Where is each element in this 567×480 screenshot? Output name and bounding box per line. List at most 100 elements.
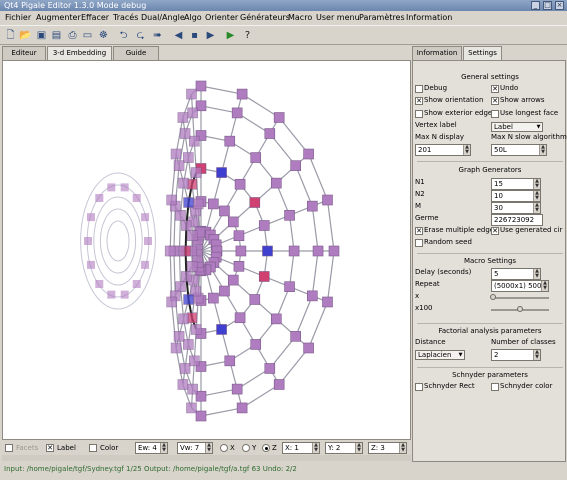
spin-arrows-icon[interactable]: ▲ ▼ <box>533 350 540 360</box>
minimize-icon[interactable]: _ <box>531 1 540 10</box>
menu-dual-angle[interactable]: Dual/Angle <box>141 13 185 23</box>
erase-multiple-edges-checkbox[interactable]: ✕ <box>415 227 423 235</box>
x-slider-track[interactable] <box>491 297 549 299</box>
tab-3d-embedding[interactable]: 3-d Embedding <box>47 46 112 61</box>
next-icon[interactable]: ▶ <box>204 29 217 42</box>
menu-traces[interactable]: Tracés <box>113 13 138 23</box>
color-checkbox[interactable] <box>89 444 97 452</box>
redo-all-icon[interactable]: ➠ <box>151 29 164 42</box>
vertex-width-spinbox[interactable]: Vw: 7 ▲ ▼ <box>177 442 213 454</box>
save-icon[interactable]: ▣ <box>35 29 48 42</box>
number-of-classes-spinbox[interactable]: 2 ▲ ▼ <box>491 349 541 361</box>
show-arrows-checkbox[interactable]: ✕ <box>491 97 499 105</box>
distance-select[interactable]: Laplacien ▼ <box>415 350 465 360</box>
y-axis-spinbox[interactable]: Y: 2 ▲ ▼ <box>325 442 363 454</box>
show-orientation-checkbox[interactable]: ✕ <box>415 97 423 105</box>
save-graph-icon[interactable]: ▪ <box>188 29 201 42</box>
x100-slider-thumb[interactable] <box>517 306 523 312</box>
vertex-label-select[interactable]: Label ▼ <box>491 122 543 132</box>
menu-effacer[interactable]: Effacer <box>81 13 109 23</box>
menu-information[interactable]: Information <box>406 13 452 23</box>
tab-information[interactable]: Information <box>412 46 462 60</box>
radio-y[interactable] <box>242 444 250 452</box>
spin-arrows-icon[interactable]: ▲ ▼ <box>399 443 406 453</box>
undo-checkbox[interactable]: ✕ <box>491 85 499 93</box>
radio-x[interactable] <box>220 444 228 452</box>
menu-algo[interactable]: Algo <box>184 13 202 23</box>
open-folder-icon[interactable]: 📂 <box>19 29 32 42</box>
save-as-icon[interactable]: ▤ <box>50 29 63 42</box>
maximize-icon[interactable]: □ <box>543 1 552 10</box>
spin-arrows-icon[interactable]: ▲ ▼ <box>533 203 540 213</box>
new-file-icon[interactable]: 🗋 <box>4 29 17 42</box>
tab-guide[interactable]: Guide <box>113 46 159 60</box>
menu-parametres[interactable]: Paramètres <box>359 13 405 23</box>
embedding-canvas[interactable] <box>2 60 411 440</box>
n1-spinbox[interactable]: 15 ▲ ▼ <box>491 178 541 190</box>
menu-macro[interactable]: Macro <box>288 13 312 23</box>
menu-augmenter[interactable]: Augmenter <box>36 13 81 23</box>
menu-orienter[interactable]: Orienter <box>205 13 238 23</box>
tab-editeur[interactable]: Editeur <box>2 46 46 60</box>
show-orientation-label: Show orientation <box>424 96 484 104</box>
graph-generators-title: Graph Generators <box>458 166 522 174</box>
previous-icon[interactable]: ◀ <box>172 29 185 42</box>
use-longest-face-checkbox[interactable] <box>491 110 499 118</box>
debug-checkbox[interactable] <box>415 85 423 93</box>
x-slider-thumb[interactable] <box>490 294 496 300</box>
graph-vertex <box>273 112 285 123</box>
use-generated-checkbox[interactable]: ✕ <box>491 227 499 235</box>
spin-arrows-icon[interactable]: ▲ ▼ <box>312 443 319 453</box>
right-panel: Information Settings General settings De… <box>412 46 567 462</box>
separator <box>417 367 563 368</box>
x-axis-spinbox[interactable]: X: 1 ▲ ▼ <box>282 442 320 454</box>
screen-icon[interactable]: ▭ <box>81 29 94 42</box>
spin-arrows-icon[interactable]: ▲ ▼ <box>355 443 362 453</box>
graph-edge <box>326 199 335 252</box>
tab-settings[interactable]: Settings <box>463 46 502 61</box>
distance-value: Laplacien <box>418 351 452 359</box>
redo-icon[interactable]: ⮎ <box>134 29 147 42</box>
spin-arrows-icon[interactable]: ▲ ▼ <box>533 269 540 279</box>
spin-arrows-icon[interactable]: ▲ ▼ <box>533 179 540 189</box>
max-n-slow-spinbox[interactable]: 50L ▲ ▼ <box>491 144 547 156</box>
label-checkbox[interactable]: ✕ <box>46 444 54 452</box>
facets-checkbox[interactable] <box>5 444 13 452</box>
m-spinbox[interactable]: 30 ▲ ▼ <box>491 202 541 214</box>
delay-spinbox[interactable]: 5 ▲ ▼ <box>491 268 541 280</box>
horizontal-scrollbar[interactable] <box>2 455 411 461</box>
spin-arrows-icon[interactable]: ▲ ▼ <box>463 145 470 155</box>
spin-arrows-icon[interactable]: ▲ ▼ <box>533 191 540 201</box>
x100-multiplier-label: x100 <box>415 304 433 312</box>
graph-vertex <box>250 339 262 350</box>
repeat-spinbox[interactable]: (5000x1) 5000 ▲ ▼ <box>491 280 549 292</box>
debug-icon[interactable]: ☸ <box>97 29 110 42</box>
graph-edge <box>288 215 295 252</box>
radio-z[interactable] <box>262 444 270 452</box>
z-axis-spinbox[interactable]: Z: 3 ▲ ▼ <box>368 442 407 454</box>
undo-icon[interactable]: ⮌ <box>117 29 130 42</box>
schnyder-rect-checkbox[interactable] <box>415 383 423 391</box>
play-icon[interactable]: ▶ <box>224 29 237 42</box>
spin-arrows-icon[interactable]: ▲ ▼ <box>539 145 546 155</box>
edge-width-spinbox[interactable]: Ew: 4 ▲ ▼ <box>135 442 168 454</box>
spin-arrows-icon[interactable]: ▲ ▼ <box>205 443 212 453</box>
n2-spinbox[interactable]: 10 ▲ ▼ <box>491 190 541 202</box>
menu-generateurs[interactable]: Générateurs <box>240 13 290 23</box>
spin-arrows-icon[interactable]: ▲ ▼ <box>160 443 167 453</box>
show-exterior-edge-checkbox[interactable] <box>415 110 423 118</box>
menu-fichier[interactable]: Fichier <box>5 13 31 23</box>
vertex-label-caption: Vertex label <box>415 121 457 129</box>
max-n-display-spinbox[interactable]: 201 ▲ ▼ <box>415 144 471 156</box>
close-icon[interactable]: × <box>555 1 564 10</box>
use-longest-face-label: Use longest face <box>500 109 559 117</box>
whats-this-icon[interactable]: ? <box>241 29 254 42</box>
3d-graph-view[interactable] <box>3 61 410 439</box>
menu-user-menu[interactable]: User menu <box>316 13 360 23</box>
print-icon[interactable]: ⎙ <box>66 29 79 42</box>
graph-vertex <box>208 292 219 304</box>
x-axis-value: X: 1 <box>285 444 299 452</box>
schnyder-color-checkbox[interactable] <box>491 383 499 391</box>
random-seed-checkbox[interactable] <box>415 239 423 247</box>
spin-arrows-icon[interactable]: ▲ ▼ <box>541 281 548 291</box>
